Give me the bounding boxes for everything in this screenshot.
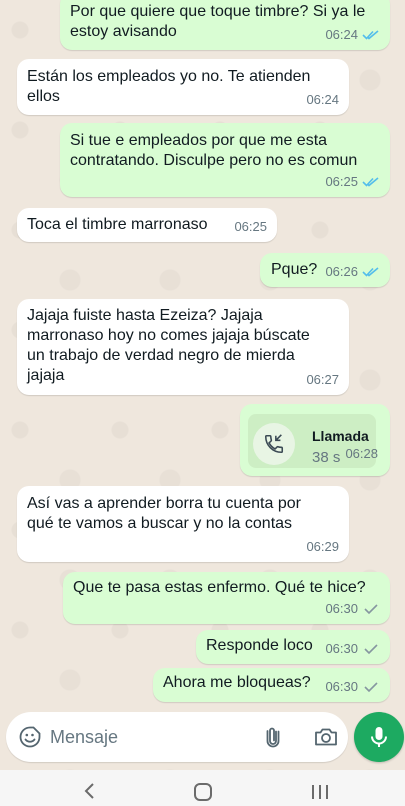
read-tick-icon bbox=[362, 30, 379, 40]
message-bubble-outgoing[interactable]: Si tue e empleados por que me esta contr… bbox=[60, 123, 390, 197]
message-time: 06:30 bbox=[325, 601, 358, 616]
camera-icon[interactable] bbox=[313, 725, 339, 749]
message-time: 06:25 bbox=[325, 174, 358, 189]
message-time: 06:25 bbox=[234, 219, 267, 234]
mic-icon bbox=[371, 727, 387, 747]
read-tick-icon bbox=[362, 177, 379, 187]
message-meta: 06:24 bbox=[325, 25, 380, 45]
message-bubble-outgoing[interactable]: Por que quiere que toque timbre? Si ya l… bbox=[60, 0, 390, 50]
message-text: Que te pasa estas enfermo. Qué te hice? bbox=[73, 579, 366, 596]
message-meta: 06:30 bbox=[325, 639, 380, 659]
message-time: 06:30 bbox=[325, 679, 358, 694]
message-bubble-outgoing[interactable]: Ahora me bloqueas? 06:30 bbox=[153, 668, 390, 702]
message-meta: 06:27 bbox=[306, 370, 339, 390]
message-time: 06:27 bbox=[306, 372, 339, 387]
system-nav-bar bbox=[0, 770, 405, 806]
message-text: Jajaja fuiste hasta Ezeiza? Jajaja marro… bbox=[27, 307, 310, 384]
message-bubble-incoming[interactable]: Jajaja fuiste hasta Ezeiza? Jajaja marro… bbox=[17, 299, 349, 395]
message-bubble-outgoing[interactable]: Responde loco 06:30 bbox=[196, 630, 390, 664]
message-meta: 06:26 bbox=[325, 262, 380, 282]
sent-tick-icon bbox=[364, 682, 378, 693]
message-text: Así vas a aprender borra tu cuenta por q… bbox=[27, 495, 301, 532]
sent-tick-icon bbox=[364, 644, 378, 655]
message-input[interactable] bbox=[50, 725, 250, 749]
message-time: 06:30 bbox=[325, 641, 358, 656]
voice-record-button[interactable] bbox=[354, 712, 404, 762]
message-bubble-outgoing[interactable]: Que te pasa estas enfermo. Qué te hice? … bbox=[63, 572, 390, 624]
message-meta: 06:29 bbox=[306, 537, 339, 557]
message-bubble-incoming[interactable]: Están los empleados yo no. Te atienden e… bbox=[17, 59, 349, 115]
message-meta: 06:30 bbox=[325, 599, 380, 619]
message-bubble-incoming[interactable]: Así vas a aprender borra tu cuenta por q… bbox=[17, 486, 349, 562]
message-text: Si tue e empleados por que me esta contr… bbox=[70, 132, 358, 169]
message-bubble-outgoing[interactable]: Pque? 06:26 bbox=[260, 253, 390, 287]
read-tick-icon bbox=[362, 267, 379, 277]
message-list[interactable]: Por que quiere que toque timbre? Si ya l… bbox=[0, 0, 405, 710]
message-time: 06:28 bbox=[345, 446, 378, 461]
message-meta: 06:28 bbox=[345, 444, 378, 464]
message-bubble-incoming[interactable]: Toca el timbre marronaso 06:25 bbox=[17, 208, 277, 242]
message-text: Están los empleados yo no. Te atienden e… bbox=[27, 68, 311, 105]
attach-icon[interactable] bbox=[261, 725, 285, 749]
call-title: Llamada bbox=[312, 428, 369, 444]
emoji-icon[interactable] bbox=[18, 725, 42, 749]
call-icon bbox=[253, 423, 295, 465]
message-text: Toca el timbre marronaso bbox=[27, 216, 208, 233]
call-message-bubble[interactable]: Llamada 38 s 06:28 bbox=[240, 404, 390, 476]
message-time: 06:24 bbox=[306, 92, 339, 107]
message-time: 06:29 bbox=[306, 539, 339, 554]
message-time: 06:26 bbox=[325, 264, 358, 279]
nav-home-icon[interactable] bbox=[194, 783, 212, 801]
message-meta: 06:24 bbox=[306, 90, 339, 110]
sent-tick-icon bbox=[364, 604, 378, 615]
call-duration: 38 s bbox=[312, 449, 341, 466]
message-time: 06:24 bbox=[325, 27, 358, 42]
message-meta: 06:25 bbox=[234, 217, 267, 237]
message-meta: 06:30 bbox=[325, 677, 380, 697]
nav-recents-icon[interactable] bbox=[311, 784, 329, 800]
message-meta: 06:25 bbox=[325, 172, 380, 192]
nav-back-icon[interactable] bbox=[82, 782, 96, 800]
message-composer bbox=[6, 712, 348, 762]
